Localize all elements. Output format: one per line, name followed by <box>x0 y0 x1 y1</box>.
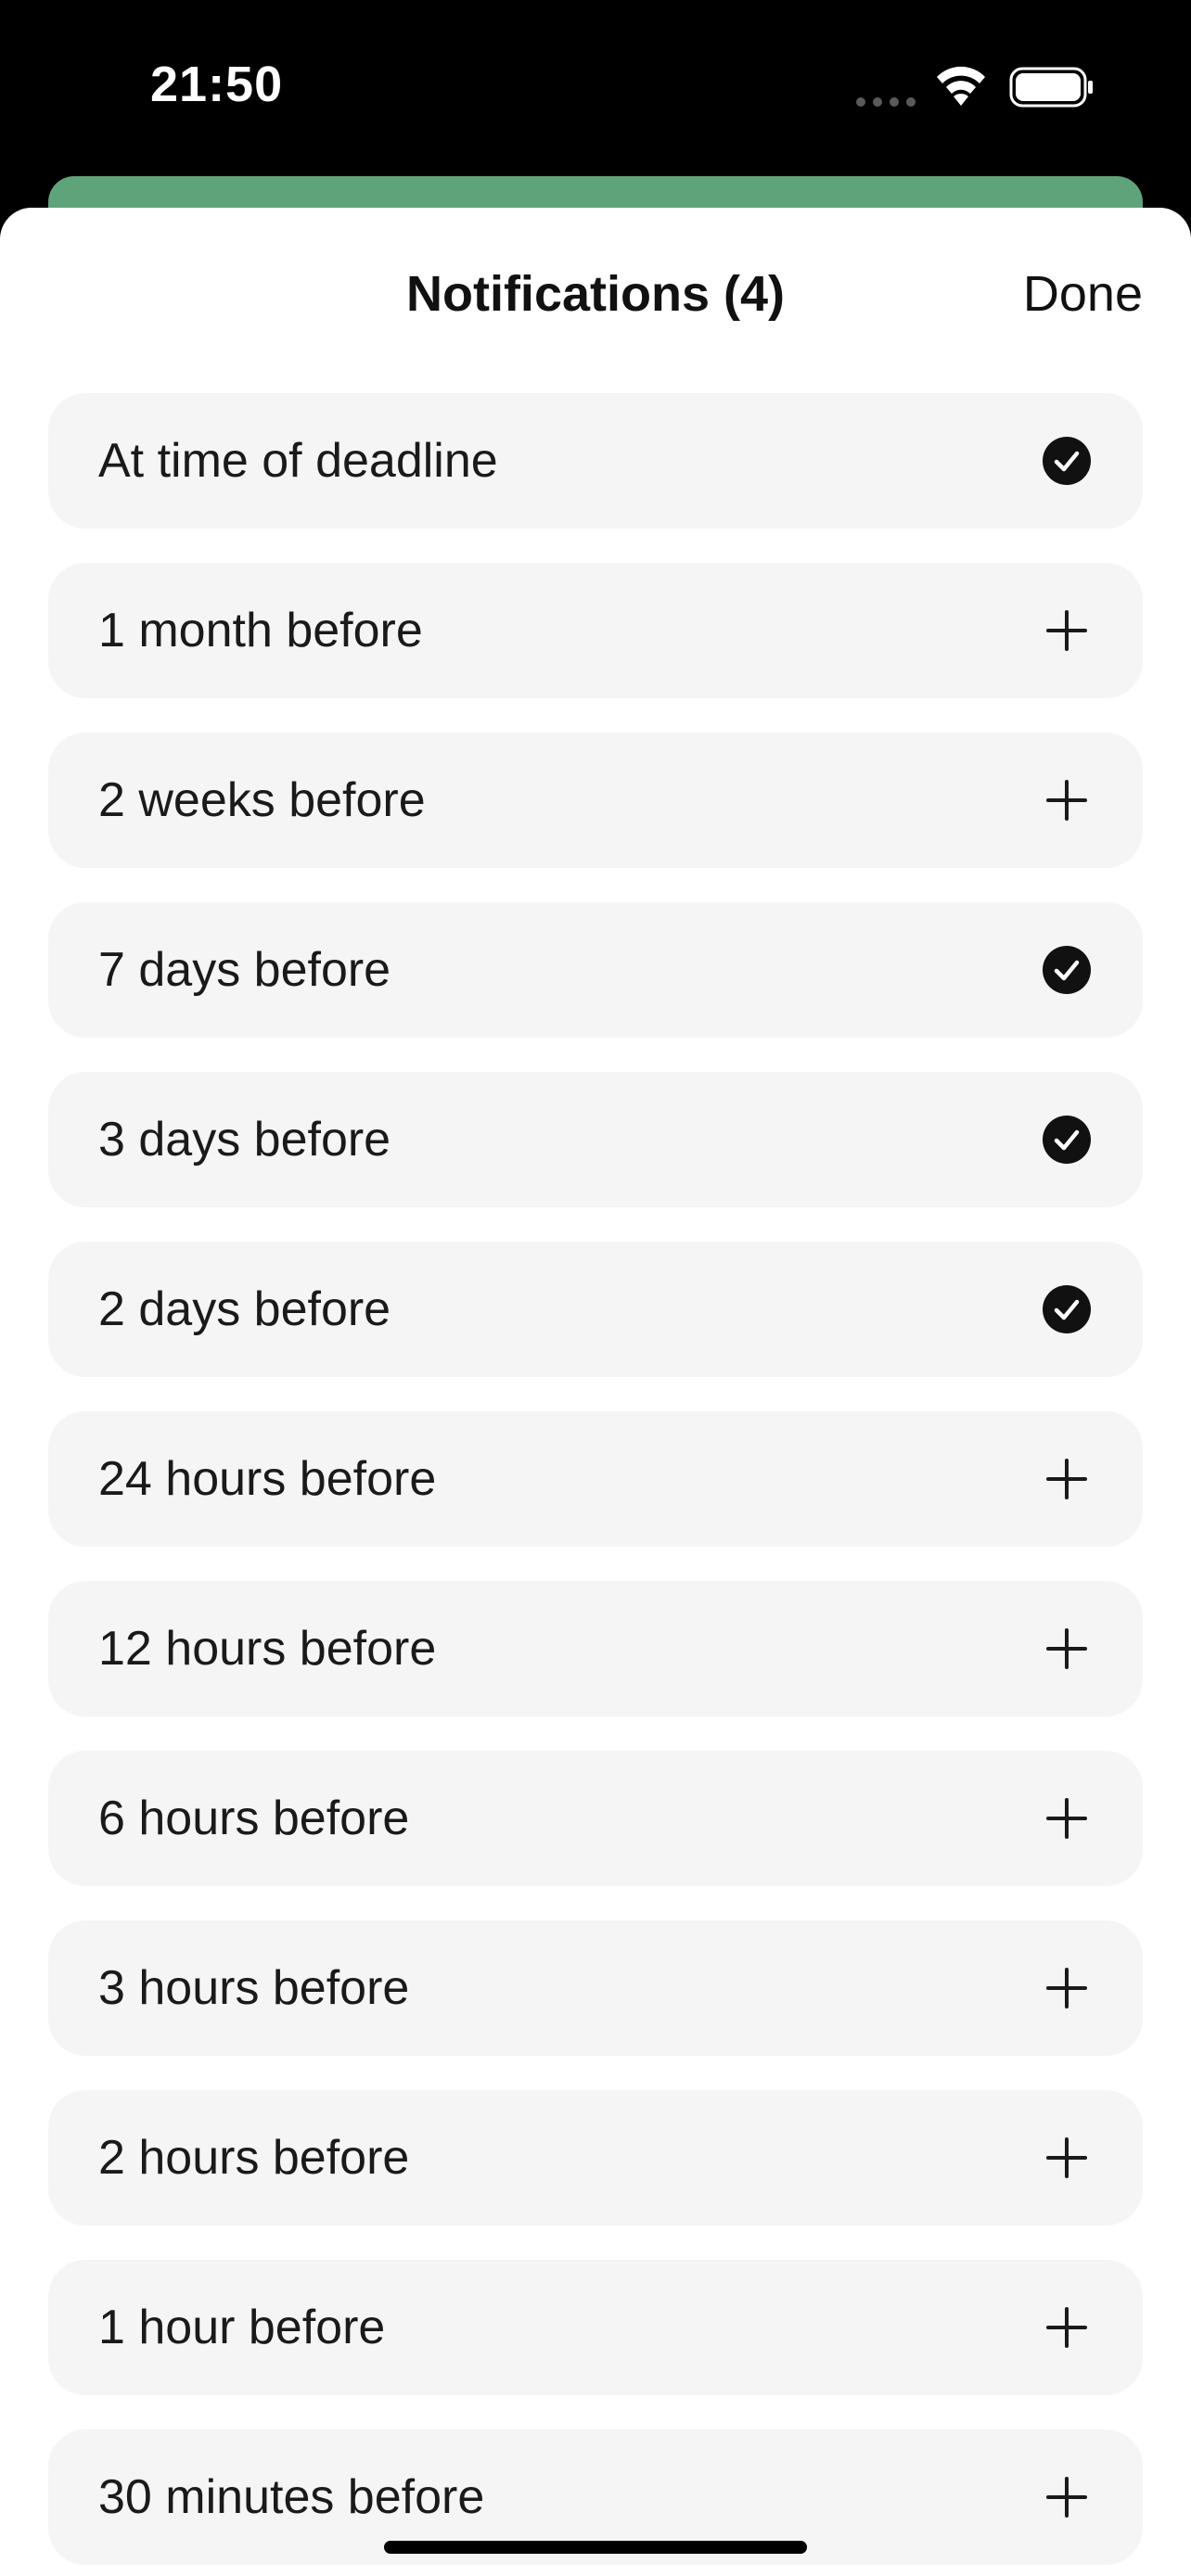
checkmark-circle-icon <box>1041 944 1093 996</box>
checkmark-circle-icon <box>1041 435 1093 487</box>
notification-options-list: At time of deadline 1 month before 2 wee… <box>48 393 1143 2576</box>
plus-icon <box>1041 2471 1093 2523</box>
home-indicator <box>384 2541 807 2554</box>
status-bar: 21:50 <box>0 0 1191 176</box>
checkmark-circle-icon <box>1041 1283 1093 1335</box>
option-label: 2 weeks before <box>98 773 426 827</box>
done-button[interactable]: Done <box>1023 265 1143 323</box>
option-row[interactable]: 1 month before <box>48 563 1143 698</box>
option-row[interactable]: 2 days before <box>48 1242 1143 1377</box>
option-label: 2 days before <box>98 1282 391 1336</box>
plus-icon <box>1041 1453 1093 1505</box>
option-label: 1 hour before <box>98 2301 386 2354</box>
option-label: 30 minutes before <box>98 2470 485 2524</box>
option-label: 3 days before <box>98 1113 391 1167</box>
plus-icon <box>1041 1792 1093 1844</box>
option-label: 6 hours before <box>98 1792 410 1845</box>
option-label: 3 hours before <box>98 1961 410 2015</box>
status-time: 21:50 <box>150 57 284 112</box>
option-row[interactable]: 2 hours before <box>48 2090 1143 2225</box>
option-row[interactable]: 6 hours before <box>48 1751 1143 1886</box>
notifications-sheet: Notifications (4) Done At time of deadli… <box>0 208 1191 2576</box>
option-row[interactable]: 2 weeks before <box>48 733 1143 868</box>
plus-icon <box>1041 1623 1093 1675</box>
option-label: 7 days before <box>98 943 391 997</box>
plus-icon <box>1041 1962 1093 2014</box>
option-label: 2 hours before <box>98 2131 410 2185</box>
wifi-icon <box>937 66 985 106</box>
plus-icon <box>1041 2302 1093 2353</box>
option-label: 12 hours before <box>98 1622 437 1676</box>
option-row[interactable]: 12 hours before <box>48 1581 1143 1716</box>
option-label: 24 hours before <box>98 1452 437 1506</box>
plus-icon <box>1041 774 1093 826</box>
plus-icon <box>1041 605 1093 657</box>
option-row[interactable]: 24 hours before <box>48 1411 1143 1547</box>
plus-icon <box>1041 2132 1093 2184</box>
cellular-signal-icon <box>856 97 916 107</box>
option-row[interactable]: 3 hours before <box>48 1920 1143 2056</box>
option-row[interactable]: 3 days before <box>48 1072 1143 1207</box>
sheet-title: Notifications (4) <box>405 266 785 322</box>
battery-icon <box>1009 67 1093 108</box>
option-row[interactable]: 7 days before <box>48 902 1143 1038</box>
option-label: 1 month before <box>98 604 423 657</box>
checkmark-circle-icon <box>1041 1114 1093 1166</box>
option-label: At time of deadline <box>98 434 498 488</box>
sheet-header: Notifications (4) Done <box>0 208 1191 384</box>
option-row[interactable]: At time of deadline <box>48 393 1143 529</box>
option-row[interactable]: 1 hour before <box>48 2260 1143 2395</box>
